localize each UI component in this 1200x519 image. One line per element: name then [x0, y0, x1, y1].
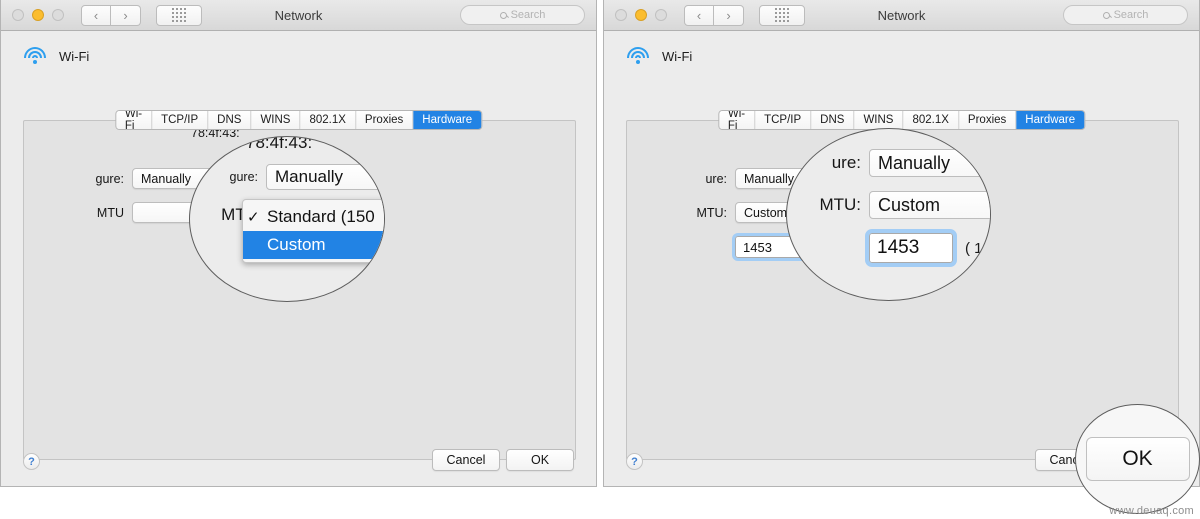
back-button[interactable]: ‹ — [684, 4, 714, 26]
grid-icon — [775, 8, 789, 22]
tab-dns[interactable]: DNS — [208, 111, 252, 129]
mtu-label: MTU — [96, 205, 124, 220]
menu-item-standard[interactable]: ✓ Standard (150 — [243, 203, 384, 231]
magnifier-circle-left: gure: Manually MTU ✓ Standard (150 Custo… — [189, 136, 385, 302]
tab-8021x[interactable]: 802.1X — [300, 111, 356, 129]
mtu-dropdown-menu[interactable]: ✓ Standard (150 Custom — [242, 199, 384, 263]
menu-item-custom[interactable]: Custom — [243, 231, 384, 259]
close-button[interactable] — [12, 9, 24, 21]
tab-bar[interactable]: Wi-Fi TCP/IP DNS WINS 802.1X Proxies Har… — [717, 110, 1086, 130]
title-bar: ‹ › Network Search — [604, 0, 1199, 31]
service-name: Wi-Fi — [59, 48, 90, 64]
magnified-mtu-row: MTU: Custom — [803, 191, 990, 219]
minimize-button[interactable] — [635, 9, 647, 21]
menu-item-custom-label: Custom — [267, 235, 326, 254]
search-placeholder: Search — [1113, 9, 1149, 21]
tab-dns[interactable]: DNS — [811, 111, 855, 129]
magnified-configure-row: gure: Manually — [190, 164, 384, 190]
show-all-button[interactable] — [759, 4, 805, 26]
magnifier-circle-right: MAC ure: Manually MTU: Custom — [786, 128, 991, 301]
configure-select-value: Manually — [141, 171, 192, 186]
ok-button[interactable]: OK — [506, 449, 574, 471]
magnified-configure-select[interactable]: Manually — [869, 149, 990, 177]
tab-8021x[interactable]: 802.1X — [903, 111, 959, 129]
magnified-ok-button[interactable]: OK — [1085, 437, 1190, 481]
forward-button[interactable]: › — [111, 4, 141, 26]
show-all-button[interactable] — [156, 4, 202, 26]
nav-buttons[interactable]: ‹ › — [81, 4, 141, 26]
tab-wins[interactable]: WINS — [251, 111, 301, 129]
service-header: Wi-Fi — [23, 47, 89, 65]
magnified-configure-select[interactable]: Manually — [266, 164, 384, 190]
magnified-range-prefix: ( 12 — [965, 240, 991, 257]
magnified-custom-mtu-input[interactable]: 1453 — [865, 229, 957, 267]
search-icon — [1102, 11, 1110, 19]
magnified-custom-mtu-row: 1453 ( 12500 ) — [865, 229, 991, 267]
minimize-button[interactable] — [32, 9, 44, 21]
service-header: Wi-Fi — [626, 47, 692, 65]
magnified-configure-value: Manually — [275, 167, 344, 186]
zoom-button[interactable] — [52, 9, 64, 21]
search-icon — [499, 11, 507, 19]
mtu-label: MTU: — [696, 205, 727, 220]
search-placeholder: Search — [510, 9, 546, 21]
magnified-mtu-value: Custom — [878, 194, 941, 215]
menu-item-standard-label: Standard (150 — [267, 207, 375, 226]
wifi-icon — [626, 47, 650, 65]
magnified-content: MAC ure: Manually MTU: Custom — [787, 129, 991, 300]
tab-hardware[interactable]: Hardware — [1016, 111, 1085, 129]
mac-small-label: MAC — [192, 159, 212, 169]
search-input[interactable]: Search — [460, 5, 585, 25]
traffic-lights[interactable] — [12, 9, 64, 21]
mac-small-label: MAC — [787, 155, 803, 165]
checkmark-icon: ✓ — [247, 209, 260, 226]
tab-tcpip[interactable]: TCP/IP — [152, 111, 209, 129]
service-name: Wi-Fi — [662, 48, 693, 64]
traffic-lights[interactable] — [615, 9, 667, 21]
tab-tcpip[interactable]: TCP/IP — [755, 111, 812, 129]
configure-label: ure: — [705, 171, 727, 186]
tab-proxies[interactable]: Proxies — [958, 111, 1017, 129]
nav-buttons[interactable]: ‹ › — [684, 4, 744, 26]
configure-label: gure: — [95, 171, 125, 186]
search-input[interactable]: Search — [1063, 5, 1188, 25]
network-window-left: ‹ › Network Search Wi-Fi Wi-Fi TCP/IP DN… — [0, 0, 597, 487]
tab-bar[interactable]: Wi-Fi TCP/IP DNS WINS 802.1X Proxies Har… — [114, 110, 483, 130]
tab-proxies[interactable]: Proxies — [355, 111, 414, 129]
tab-hardware[interactable]: Hardware — [413, 111, 482, 129]
close-button[interactable] — [615, 9, 627, 21]
magnified-configure-label: ure: — [831, 153, 861, 172]
screenshot-root: ‹ › Network Search Wi-Fi Wi-Fi TCP/IP DN… — [0, 0, 1200, 519]
tab-wifi[interactable]: Wi-Fi — [115, 111, 153, 129]
magnified-configure-row: ure: Manually — [803, 149, 990, 177]
magnified-configure-label: gure: — [229, 170, 259, 184]
watermark: www.deuaq.com — [1109, 505, 1194, 517]
magnified-mac-address: 78:4f:43: — [246, 136, 313, 152]
cancel-button[interactable]: Cancel — [432, 449, 500, 471]
magnifier-circle-ok: OK — [1075, 404, 1200, 514]
magnified-mtu-select[interactable]: Custom — [869, 191, 990, 219]
magnified-mtu-label: MTU: — [819, 195, 861, 214]
grid-icon — [172, 8, 186, 22]
wifi-icon — [23, 47, 47, 65]
zoom-button[interactable] — [655, 9, 667, 21]
mtu-select-value: Custom — [744, 205, 788, 220]
magnified-mtu-range-hint: ( 12500 ) — [965, 239, 991, 257]
tab-wifi[interactable]: Wi-Fi — [718, 111, 756, 129]
footer-bar-left: ? Cancel OK — [1, 441, 596, 486]
window-body: Wi-Fi Wi-Fi TCP/IP DNS WINS 802.1X Proxi… — [1, 31, 596, 486]
tab-wins[interactable]: WINS — [854, 111, 904, 129]
help-button[interactable]: ? — [626, 453, 643, 470]
back-button[interactable]: ‹ — [81, 4, 111, 26]
forward-button[interactable]: › — [714, 4, 744, 26]
help-button[interactable]: ? — [23, 453, 40, 470]
title-bar: ‹ › Network Search — [1, 0, 596, 31]
magnified-content: gure: Manually MTU ✓ Standard (150 Custo… — [190, 136, 384, 301]
magnified-configure-value: Manually — [878, 152, 951, 173]
